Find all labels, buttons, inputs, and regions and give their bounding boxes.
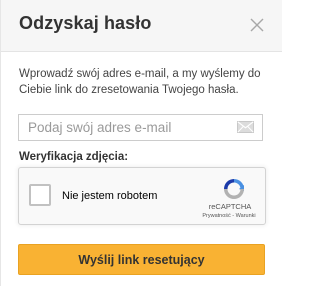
- dialog-title: Odzyskaj hasło: [19, 13, 152, 33]
- recaptcha-terms-link[interactable]: Warunki: [236, 213, 256, 219]
- email-field-container: [18, 114, 263, 141]
- recaptcha-logo-icon: [224, 179, 244, 199]
- recaptcha-privacy-link[interactable]: Prywatność: [202, 213, 230, 219]
- recaptcha-brand: reCAPTCHA: [208, 202, 252, 211]
- dialog-header: Odzyskaj hasło: [1, 0, 282, 52]
- close-icon[interactable]: [247, 15, 267, 35]
- recaptcha-checkbox[interactable]: [29, 184, 51, 206]
- send-reset-link-button[interactable]: Wyślij link resetujący: [18, 244, 265, 275]
- recaptcha-links: Prywatność - Warunki: [189, 213, 269, 219]
- verification-label: Weryfikacja zdjęcia:: [19, 151, 129, 163]
- reset-password-dialog: Odzyskaj hasło Wprowadź swój adres e-mai…: [0, 0, 282, 286]
- email-input[interactable]: [19, 115, 234, 140]
- recaptcha-checkbox-label: Nie jestem robotem: [62, 190, 158, 202]
- dialog-description: Wprowadź swój adres e-mail, a my wyślemy…: [19, 68, 261, 96]
- mail-icon: [237, 121, 254, 133]
- recaptcha-widget: Nie jestem robotem reCAPTCHA Prywatność …: [18, 167, 266, 225]
